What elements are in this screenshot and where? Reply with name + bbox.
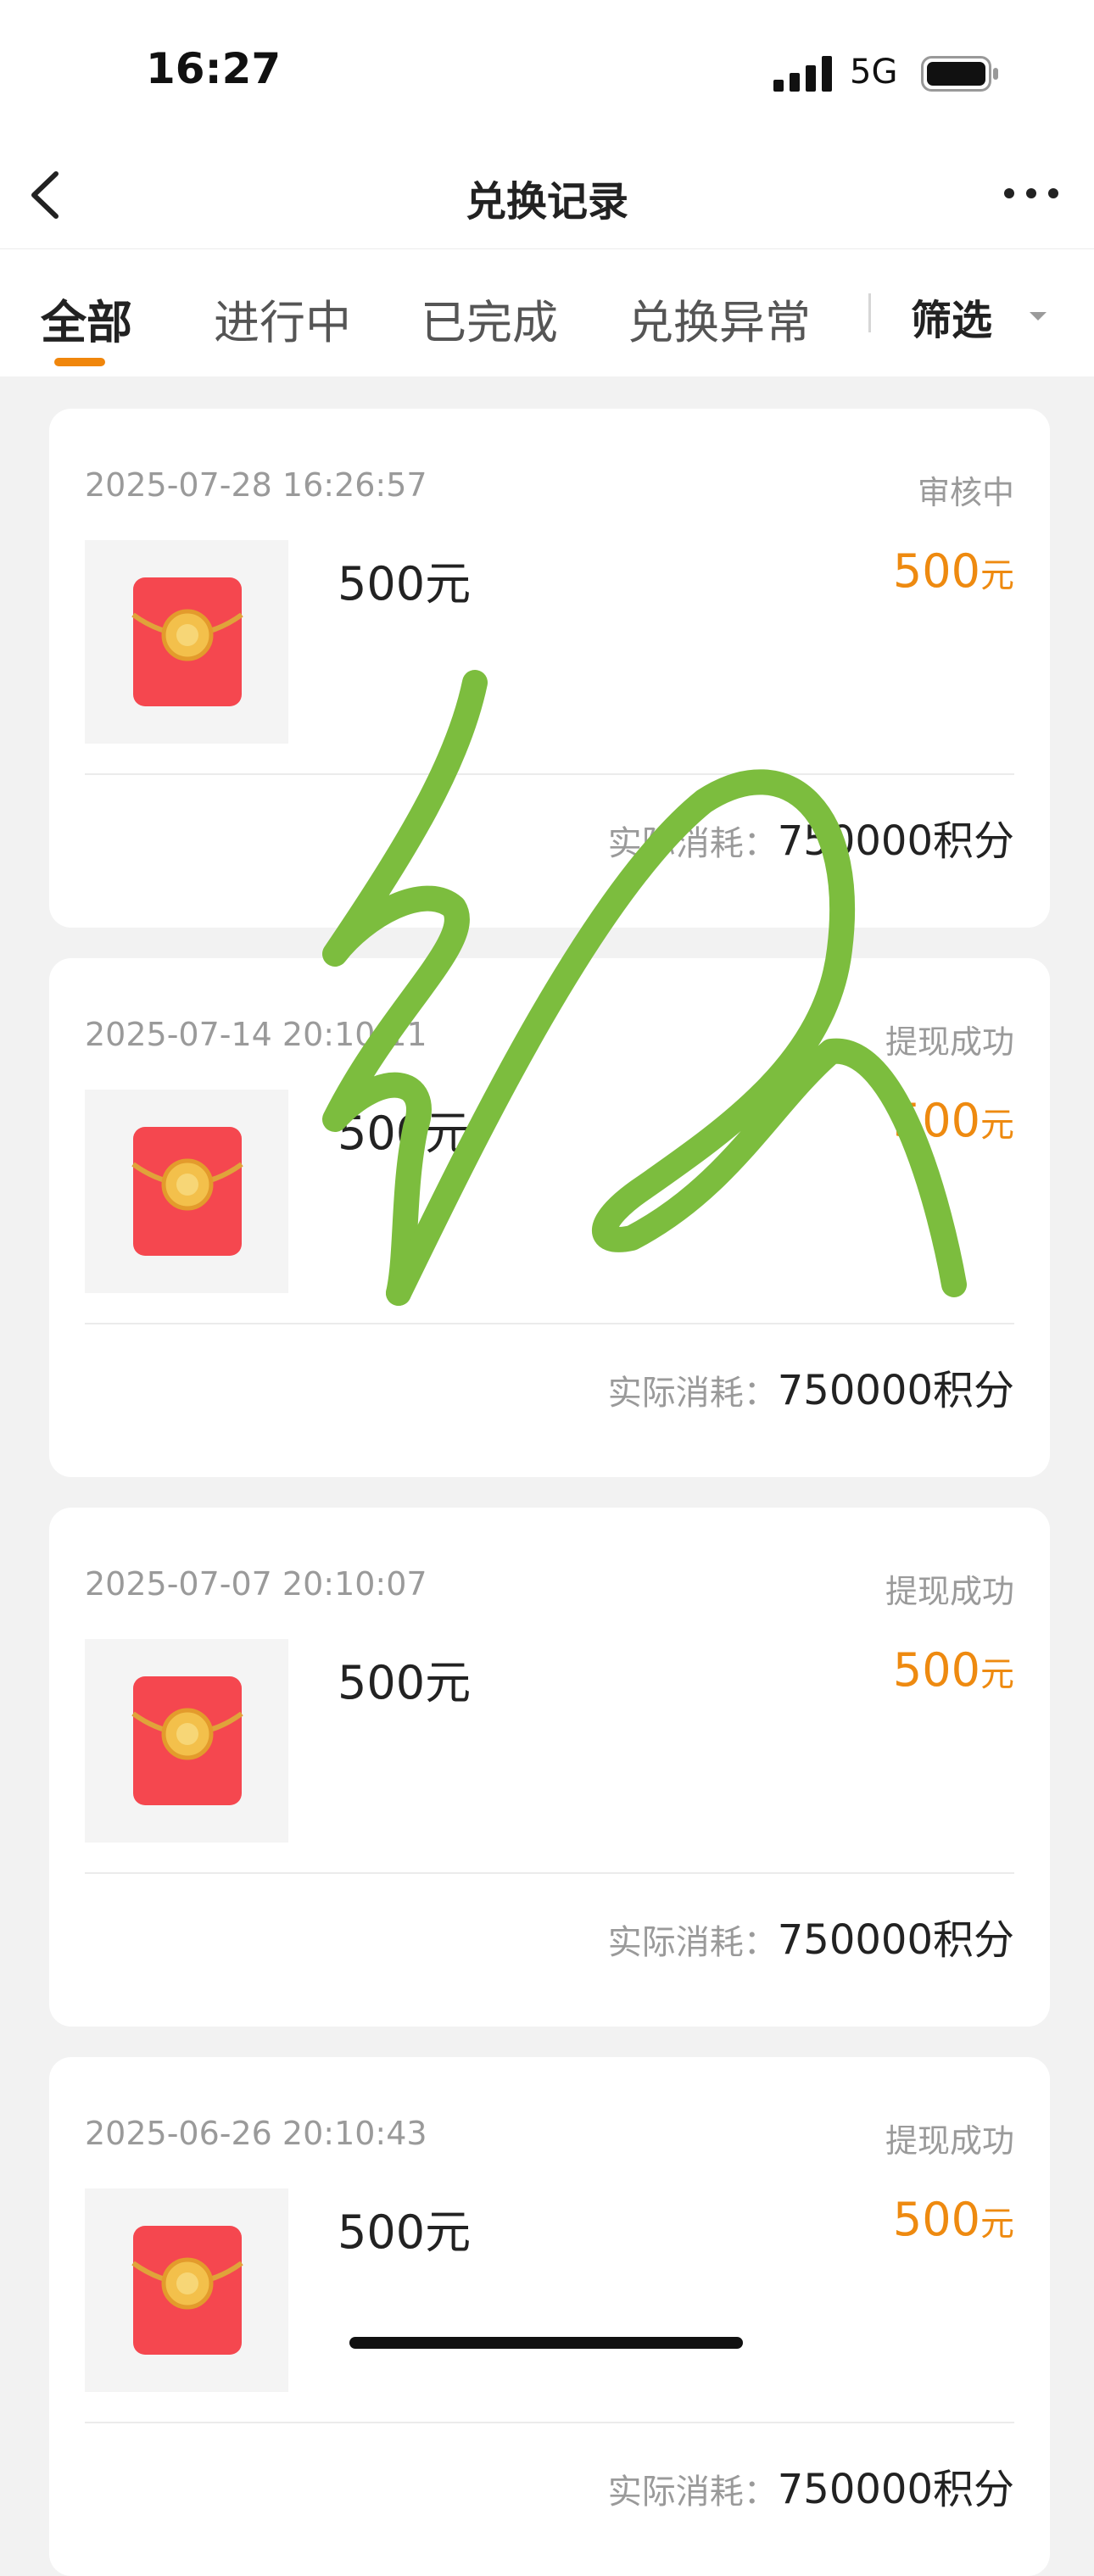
record-name: 500元 — [338, 557, 472, 611]
price-value: 500 — [892, 1094, 980, 1147]
battery-icon — [921, 56, 998, 92]
price-value: 500 — [892, 544, 980, 598]
price-unit: 元 — [980, 1655, 1014, 1694]
status-bar: 16:27 5G — [0, 0, 1094, 148]
tab-completed[interactable]: 已完成 — [421, 285, 558, 352]
tab-divider — [868, 293, 871, 332]
red-envelope-icon — [131, 1676, 243, 1805]
cost-label: 实际消耗： — [607, 2473, 778, 2512]
record-name: 500元 — [338, 1656, 472, 1709]
cost-value: 750000积分 — [777, 1916, 1014, 1964]
record-name: 500元 — [338, 1107, 472, 1160]
record-thumbnail — [85, 2188, 288, 2392]
record-price: 500元 — [893, 1094, 1014, 1147]
divider — [85, 2422, 1014, 2423]
cost-value: 750000积分 — [777, 1367, 1014, 1414]
record-price: 500元 — [893, 544, 1014, 598]
record-card[interactable]: 2025-06-26 20:10:43 提现成功 500元 500元 实际消耗：… — [49, 2057, 1050, 2576]
record-status: 提现成功 — [885, 2122, 1014, 2160]
red-envelope-icon — [131, 2226, 243, 2355]
record-time: 2025-06-26 20:10:43 — [85, 2115, 427, 2152]
cost-label: 实际消耗： — [607, 1374, 778, 1413]
record-status: 审核中 — [917, 474, 1014, 511]
network-type: 5G — [850, 53, 898, 92]
home-indicator — [349, 2337, 743, 2349]
status-time: 16:27 — [146, 44, 282, 93]
price-unit: 元 — [980, 556, 1014, 595]
tab-in-progress[interactable]: 进行中 — [214, 285, 351, 352]
cost-label: 实际消耗： — [607, 824, 778, 863]
record-card[interactable]: 2025-07-14 20:10:11 提现成功 500元 500元 实际消耗：… — [49, 958, 1050, 1477]
divider — [85, 773, 1014, 775]
record-time: 2025-07-14 20:10:11 — [85, 1016, 427, 1053]
record-cost: 实际消耗：750000积分 — [608, 1357, 1014, 1416]
tab-all[interactable]: 全部 — [41, 285, 132, 352]
price-unit: 元 — [980, 1106, 1014, 1145]
page-title: 兑换记录 — [465, 178, 628, 226]
record-name: 500元 — [338, 2205, 472, 2259]
record-cost: 实际消耗：750000积分 — [608, 807, 1014, 867]
record-thumbnail — [85, 540, 288, 744]
red-envelope-icon — [131, 577, 243, 706]
record-card[interactable]: 2025-07-28 16:26:57 审核中 500元 500元 实际消耗：7… — [49, 409, 1050, 928]
record-time: 2025-07-07 20:10:07 — [85, 1565, 427, 1603]
filter-button[interactable]: 筛选 — [911, 287, 992, 346]
record-status: 提现成功 — [885, 1573, 1014, 1610]
price-value: 500 — [892, 2193, 980, 2246]
signal-icon — [773, 56, 832, 92]
record-time: 2025-07-28 16:26:57 — [85, 466, 427, 504]
record-price: 500元 — [893, 2193, 1014, 2246]
record-thumbnail — [85, 1639, 288, 1843]
tab-exception[interactable]: 兑换异常 — [628, 285, 811, 352]
caret-down-icon[interactable] — [1026, 309, 1050, 324]
active-tab-indicator — [54, 358, 105, 366]
record-cost: 实际消耗：750000积分 — [608, 1906, 1014, 1965]
cost-label: 实际消耗： — [607, 1923, 778, 1962]
record-thumbnail — [85, 1090, 288, 1293]
divider — [85, 1323, 1014, 1324]
record-cost: 实际消耗：750000积分 — [608, 2456, 1014, 2515]
divider — [85, 1872, 1014, 1874]
record-card[interactable]: 2025-07-07 20:10:07 提现成功 500元 500元 实际消耗：… — [49, 1508, 1050, 2027]
price-unit: 元 — [980, 2205, 1014, 2244]
red-envelope-icon — [131, 1127, 243, 1256]
more-dots-icon[interactable] — [997, 170, 1065, 217]
cost-value: 750000积分 — [777, 817, 1014, 865]
cost-value: 750000积分 — [777, 2466, 1014, 2513]
price-value: 500 — [892, 1643, 980, 1697]
record-price: 500元 — [893, 1643, 1014, 1697]
record-status: 提现成功 — [885, 1023, 1014, 1061]
